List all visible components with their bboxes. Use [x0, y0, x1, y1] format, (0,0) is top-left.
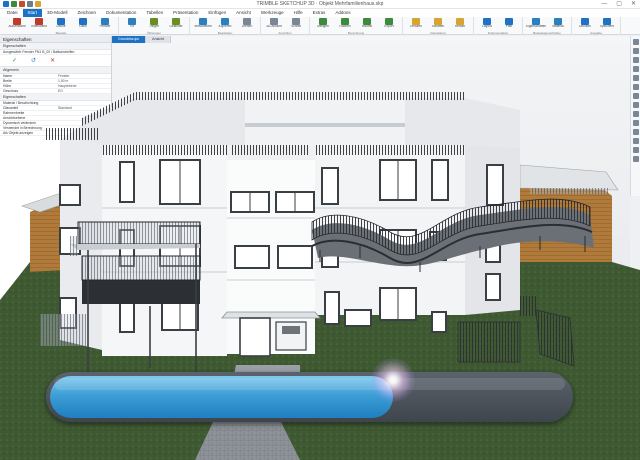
document-tab[interactable]: Grundriss.ipc — [112, 36, 147, 43]
progress-sheen — [54, 378, 565, 390]
document-tab[interactable]: Ansicht — [146, 36, 171, 43]
document-tabs: Grundriss.ipc Ansicht — [112, 36, 171, 43]
loading-progress-bar — [46, 372, 573, 422]
